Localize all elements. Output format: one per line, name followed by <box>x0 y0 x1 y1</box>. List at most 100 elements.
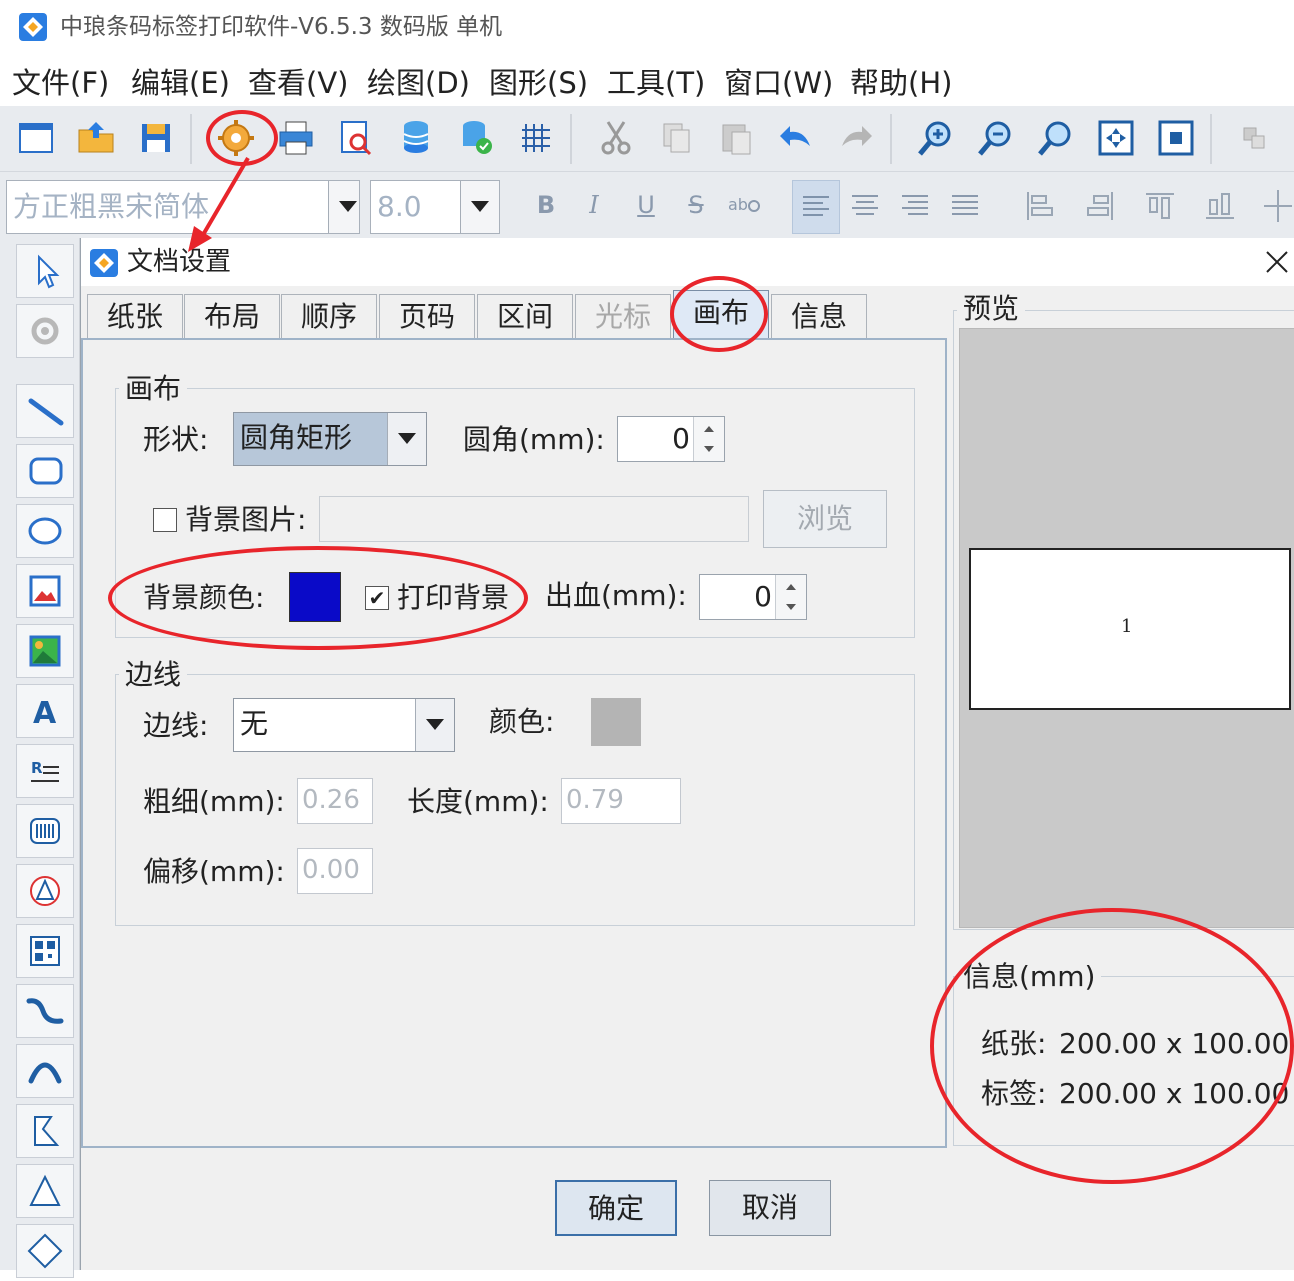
zoom-in-icon[interactable] <box>914 116 958 160</box>
paste-icon[interactable] <box>714 116 758 160</box>
menu-help[interactable]: 帮助(H) <box>850 66 952 100</box>
shape-select[interactable]: 圆角矩形 <box>233 412 427 466</box>
menu-window[interactable]: 窗口(W) <box>724 66 833 100</box>
menu-bar: 文件(F) 编辑(E) 查看(V) 绘图(D) 图形(S) 工具(T) 窗口(W… <box>0 56 1294 106</box>
rich-text-tool-icon[interactable]: R <box>16 744 74 798</box>
length-input[interactable]: 0.79 <box>561 778 681 824</box>
thickness-input[interactable]: 0.26 <box>297 778 373 824</box>
tab-layout[interactable]: 布局 <box>184 294 280 338</box>
spin-down-icon[interactable] <box>786 604 796 610</box>
radius-spinner[interactable]: 0 <box>617 416 725 462</box>
text-effect-icon[interactable]: ab <box>724 186 764 233</box>
cancel-button[interactable]: 取消 <box>709 1180 831 1236</box>
chevron-down-icon[interactable] <box>415 699 454 751</box>
close-icon[interactable] <box>1263 248 1291 276</box>
bleed-value: 0 <box>754 580 772 613</box>
zoom-icon[interactable] <box>1034 116 1078 160</box>
arc-tool-icon[interactable] <box>16 1044 74 1098</box>
tab-paper[interactable]: 纸张 <box>87 294 183 338</box>
cut-icon[interactable] <box>594 116 638 160</box>
menu-shape[interactable]: 图形(S) <box>489 66 588 100</box>
font-size-combo[interactable]: 8.0 <box>370 180 500 234</box>
menu-edit[interactable]: 编辑(E) <box>131 66 230 100</box>
redo-icon[interactable] <box>834 116 878 160</box>
open-folder-icon[interactable] <box>74 116 118 160</box>
new-document-icon[interactable] <box>14 116 58 160</box>
tab-cursor[interactable]: 光标 <box>575 294 671 338</box>
ok-button[interactable]: 确定 <box>555 1180 677 1236</box>
chevron-down-icon[interactable] <box>460 181 499 233</box>
zoom-out-icon[interactable] <box>974 116 1018 160</box>
svg-text:R: R <box>31 759 43 777</box>
undo-icon[interactable] <box>774 116 818 160</box>
text-tool-icon[interactable]: A <box>16 684 74 738</box>
barcode-tool-icon[interactable] <box>16 804 74 858</box>
tab-canvas[interactable]: 画布 <box>673 290 769 340</box>
save-icon[interactable] <box>134 116 178 160</box>
strikethrough-button[interactable]: S <box>676 186 716 224</box>
database-settings-icon[interactable] <box>454 116 498 160</box>
align-right-button[interactable] <box>892 180 940 234</box>
select-pointer-icon[interactable] <box>16 244 74 298</box>
chevron-down-icon[interactable] <box>387 413 426 465</box>
tab-range[interactable]: 区间 <box>477 294 573 338</box>
label-size-label: 标签: <box>981 1077 1047 1110</box>
browse-button[interactable]: 浏览 <box>763 490 887 548</box>
thickness-label: 粗细(mm): <box>143 785 285 818</box>
align-objects-left-icon[interactable] <box>1020 186 1060 226</box>
bg-image-checkbox[interactable] <box>153 508 177 532</box>
curve-tool-icon[interactable] <box>16 984 74 1038</box>
tab-order[interactable]: 顺序 <box>281 294 377 338</box>
underline-button[interactable]: U <box>626 186 666 224</box>
image-frame-tool-icon[interactable] <box>16 564 74 618</box>
distribute-icon[interactable] <box>1258 186 1294 226</box>
border-style-select[interactable]: 无 <box>233 698 455 752</box>
align-center-button[interactable] <box>842 180 890 234</box>
justify-button[interactable] <box>942 180 990 234</box>
chevron-down-icon[interactable] <box>328 181 359 233</box>
menu-file[interactable]: 文件(F) <box>12 66 109 100</box>
svg-text:ab: ab <box>728 195 748 214</box>
bleed-spinner[interactable]: 0 <box>699 574 807 620</box>
database-icon[interactable] <box>394 116 438 160</box>
menu-view[interactable]: 查看(V) <box>248 66 348 100</box>
2d-code-tool-icon[interactable] <box>16 864 74 918</box>
dialog-title-bar: 文档设置 <box>81 238 1294 286</box>
copy-icon[interactable] <box>654 116 698 160</box>
actual-size-icon[interactable] <box>1154 116 1198 160</box>
offset-input[interactable]: 0.00 <box>297 848 373 894</box>
paper-size-label: 纸张: <box>981 1027 1047 1060</box>
print-icon[interactable] <box>274 116 318 160</box>
border-color-swatch[interactable] <box>591 698 641 746</box>
menu-tools[interactable]: 工具(T) <box>607 66 705 100</box>
triangle-tool-icon[interactable] <box>16 1164 74 1218</box>
bg-color-swatch[interactable] <box>289 572 341 622</box>
bold-button[interactable]: B <box>526 186 566 224</box>
italic-button[interactable]: I <box>574 186 614 224</box>
align-objects-top-icon[interactable] <box>1140 186 1180 226</box>
rounded-rectangle-tool-icon[interactable] <box>16 444 74 498</box>
picture-tool-icon[interactable] <box>16 624 74 678</box>
ellipse-tool-icon[interactable] <box>16 504 74 558</box>
menu-draw[interactable]: 绘图(D) <box>367 66 470 100</box>
line-tool-icon[interactable] <box>16 384 74 438</box>
print-preview-icon[interactable] <box>334 116 378 160</box>
align-objects-bottom-icon[interactable] <box>1200 186 1240 226</box>
polygon-tool-icon[interactable] <box>16 1104 74 1158</box>
align-objects-right-icon[interactable] <box>1080 186 1120 226</box>
fit-window-icon[interactable] <box>1094 116 1138 160</box>
bg-image-path-input[interactable] <box>319 496 749 542</box>
app-title: 中琅条码标签打印软件-V6.5.3 数码版 单机 <box>60 14 503 40</box>
spin-up-icon[interactable] <box>786 584 796 590</box>
grid-icon[interactable] <box>514 116 558 160</box>
title-bar: 中琅条码标签打印软件-V6.5.3 数码版 单机 <box>0 0 1294 56</box>
tab-info[interactable]: 信息 <box>771 294 867 338</box>
print-bg-checkbox[interactable]: ✔ <box>365 586 389 610</box>
qr-code-tool-icon[interactable] <box>16 924 74 978</box>
spin-up-icon[interactable] <box>704 426 714 432</box>
spin-down-icon[interactable] <box>704 446 714 452</box>
align-left-button[interactable] <box>792 180 840 234</box>
arrange-icon[interactable] <box>1234 116 1278 160</box>
rotate-icon[interactable] <box>16 304 74 358</box>
tab-page-number[interactable]: 页码 <box>379 294 475 338</box>
